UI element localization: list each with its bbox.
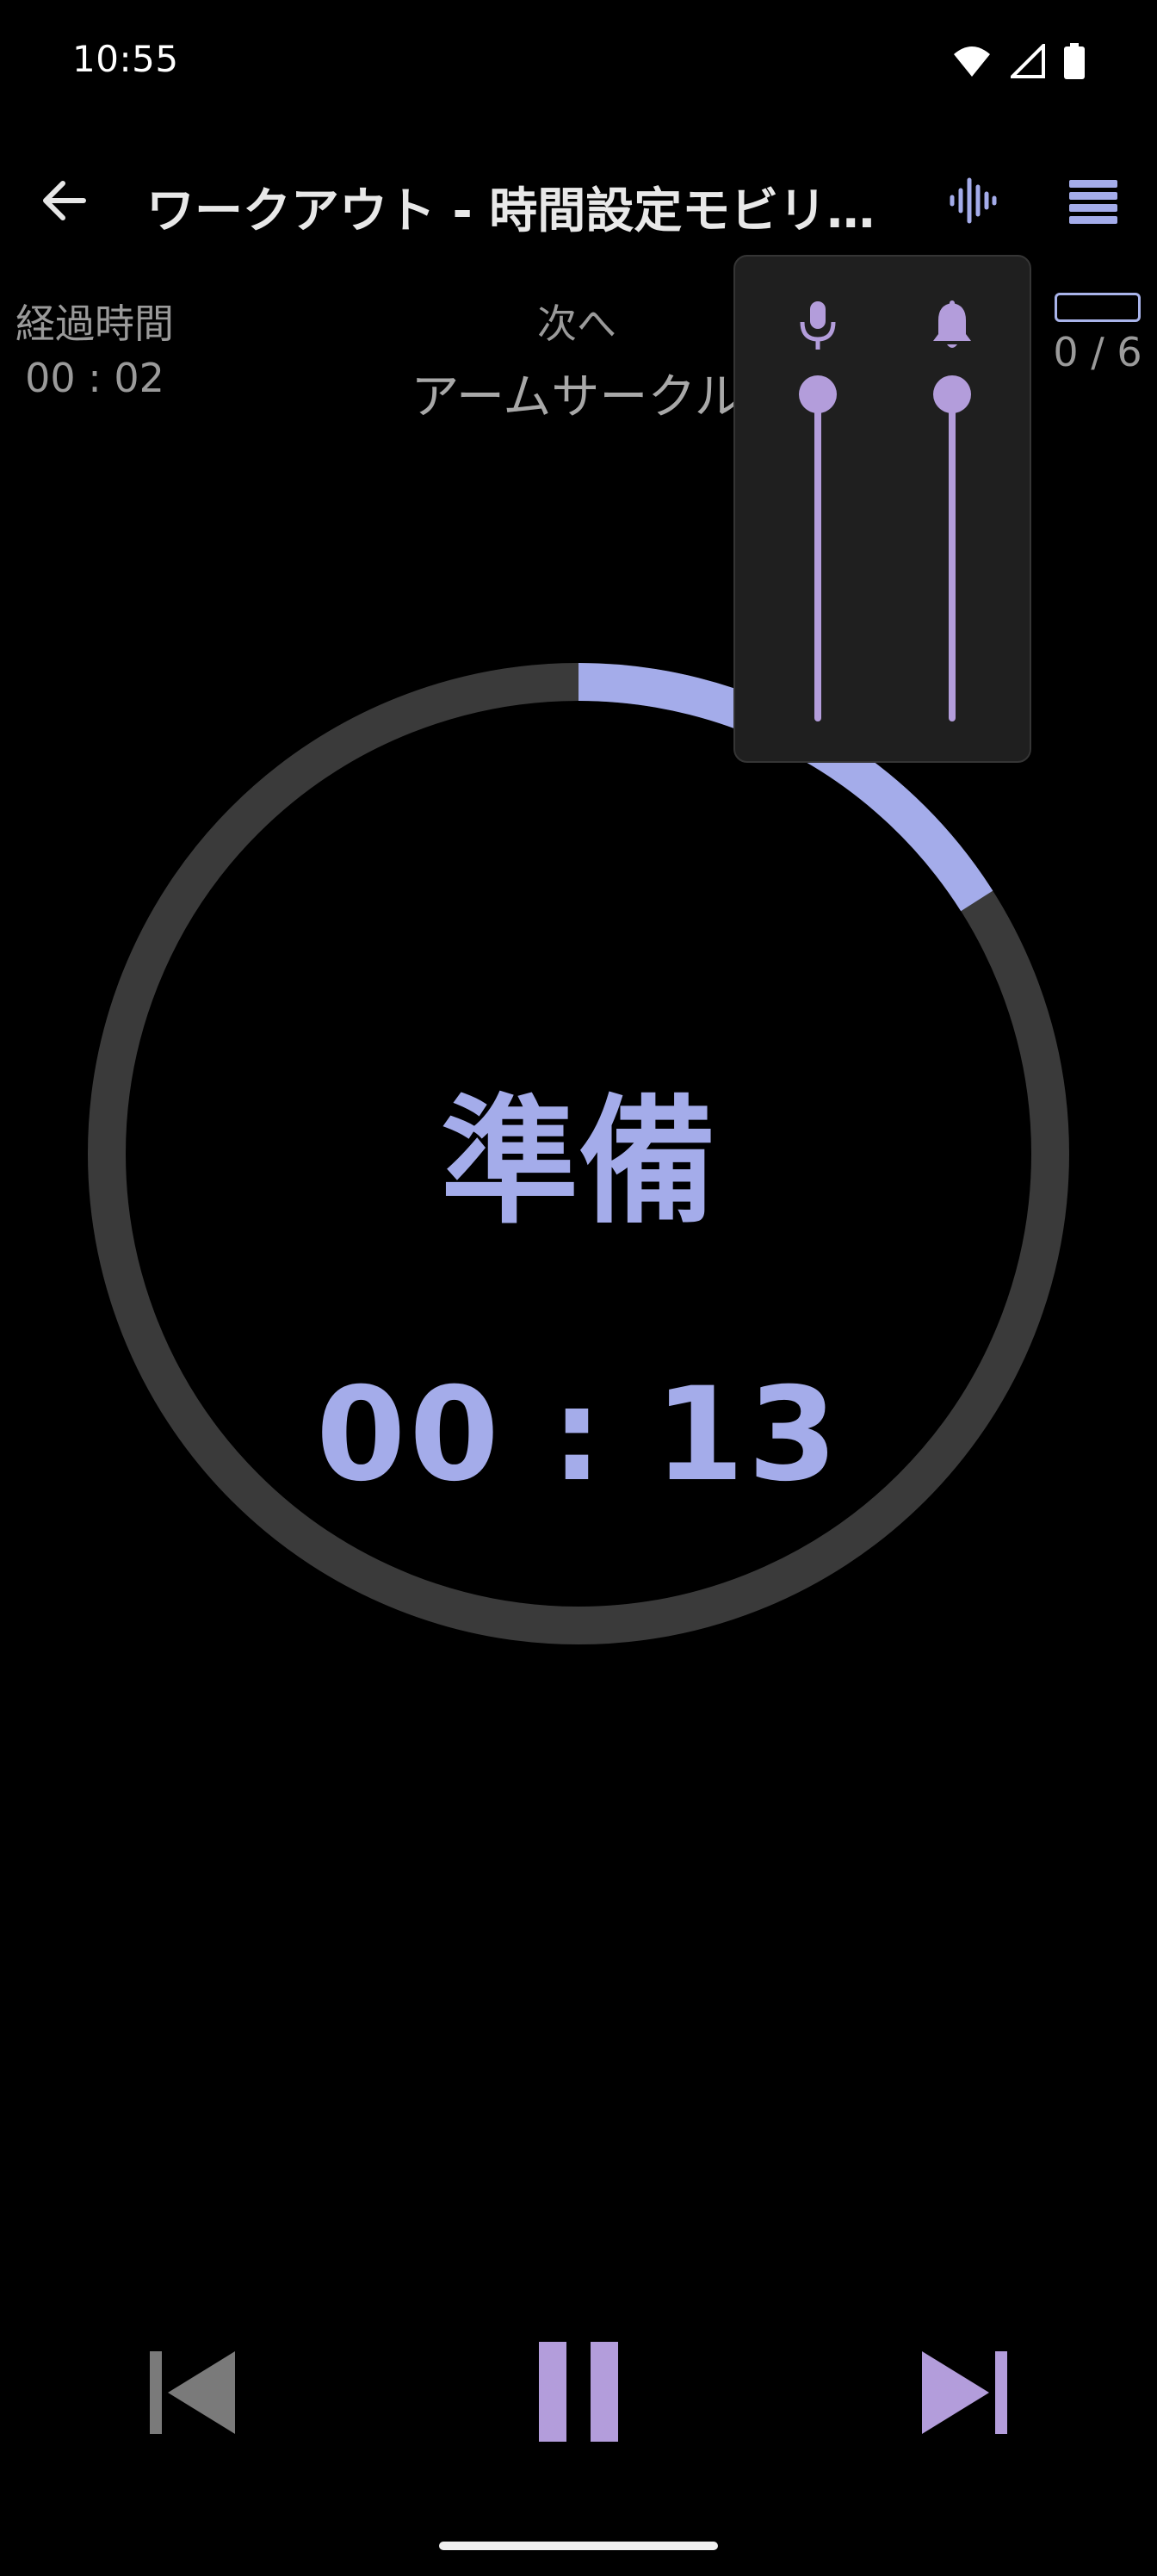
skip-next-icon	[917, 2344, 1012, 2443]
elapsed-time: 経過時間 00 : 02	[0, 293, 189, 401]
wifi-icon	[952, 44, 992, 78]
arrow-back-icon	[39, 175, 90, 230]
back-button[interactable]	[26, 164, 103, 241]
elapsed-value: 00 : 02	[25, 355, 164, 401]
playback-controls	[0, 2325, 1157, 2462]
bell-icon	[930, 300, 974, 351]
skip-previous-icon	[145, 2344, 240, 2443]
sound-wave-icon	[947, 175, 999, 230]
pause-button[interactable]	[510, 2325, 647, 2462]
elapsed-label: 経過時間	[15, 300, 174, 347]
list-menu-icon	[1067, 176, 1119, 228]
voice-volume-thumb[interactable]	[799, 375, 837, 413]
pause-icon	[537, 2340, 620, 2447]
next-exercise-name: アームサークル	[411, 369, 743, 425]
previous-button[interactable]	[124, 2325, 262, 2462]
status-time: 10:55	[72, 38, 179, 80]
beep-volume-slider[interactable]	[949, 394, 956, 721]
app-bar: ワークアウト - 時間設定モビリテ…	[0, 146, 1157, 258]
next-label: 次へ	[537, 300, 616, 347]
home-indicator[interactable]	[439, 2542, 718, 2550]
volume-popup	[733, 255, 1031, 763]
beep-volume-thumb[interactable]	[933, 375, 971, 413]
exercise-list-button[interactable]	[1050, 164, 1136, 241]
status-icons	[952, 43, 1085, 79]
next-exercise: 次へ アームサークル	[379, 293, 775, 428]
cell-signal-icon	[1011, 44, 1045, 78]
countdown-timer: 00 : 13	[316, 1360, 841, 1510]
status-bar: 10:55	[0, 0, 1157, 121]
page-title: ワークアウト - 時間設定モビリテ…	[146, 183, 887, 239]
voice-volume-control	[783, 300, 852, 730]
next-button[interactable]	[895, 2325, 1033, 2462]
battery-icon	[1064, 43, 1085, 79]
voice-volume-slider[interactable]	[814, 394, 821, 721]
microphone-icon	[795, 300, 840, 351]
exercise-progress: 0 / 6	[1050, 293, 1145, 375]
progress-bar	[1055, 293, 1141, 322]
sound-settings-button[interactable]	[930, 164, 1016, 241]
progress-count: 0 / 6	[1053, 329, 1142, 375]
beep-volume-control	[918, 300, 987, 730]
phase-label: 準備	[440, 1081, 716, 1242]
